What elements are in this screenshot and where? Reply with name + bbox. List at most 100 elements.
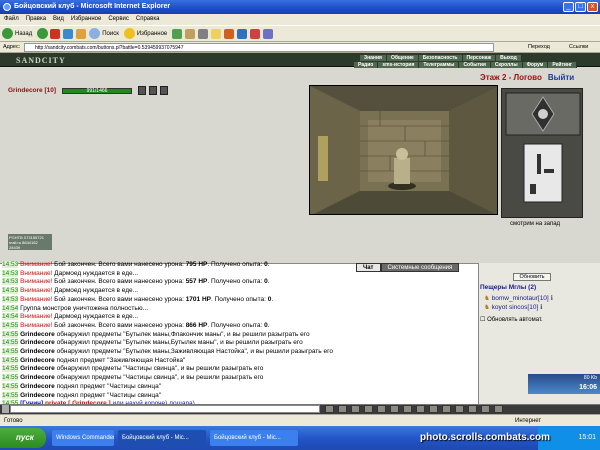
info-icon[interactable]: ℹ — [540, 304, 542, 311]
inventory-small-icon[interactable] — [481, 405, 490, 413]
dungeon-scene-image — [310, 86, 497, 214]
chat-log: 14:53 Внимание! Бой закончен. Всего вами… — [2, 261, 478, 409]
exit-link[interactable]: Выйти — [548, 73, 574, 82]
chat-line: 14:55 Grindecore обнаружил предметы "Бут… — [2, 339, 303, 347]
auto-refresh-option[interactable]: ☐ Обновлять автомат. — [480, 316, 543, 323]
home-icon[interactable] — [76, 28, 87, 39]
task-windows-commander[interactable]: Windows Commander — [52, 430, 114, 446]
chat-input[interactable] — [10, 405, 320, 413]
site-nav-bottom: Радио sms-история Телеграммы События Скр… — [354, 62, 578, 68]
nav-character[interactable]: Персонаж — [463, 55, 497, 61]
back-arrow-icon — [2, 28, 13, 39]
filter-icon[interactable] — [377, 405, 386, 413]
nav-radio[interactable]: Радио — [354, 62, 379, 68]
menu-help[interactable]: Справка — [136, 14, 160, 25]
start-button[interactable]: пуск — [0, 428, 46, 448]
menu-tools[interactable]: Сервис — [108, 14, 129, 25]
mail-icon[interactable] — [185, 28, 196, 39]
menu-favorites[interactable]: Избранное — [71, 14, 101, 25]
sound-icon[interactable] — [416, 405, 425, 413]
refresh-icon[interactable] — [63, 28, 74, 39]
maximize-button[interactable]: □ — [575, 2, 586, 12]
translit-icon[interactable] — [351, 405, 360, 413]
nav-knowledge[interactable]: Знания — [360, 55, 387, 61]
logout-icon[interactable] — [494, 405, 503, 413]
menu-view[interactable]: Вид — [53, 14, 64, 25]
minimap-image — [505, 92, 581, 203]
nav-security[interactable]: Безопасность — [419, 55, 463, 61]
nav-scrolls[interactable]: Скроллы — [491, 62, 523, 68]
player-info[interactable]: Grindecore [10] — [8, 87, 56, 94]
info-icon[interactable]: ℹ — [551, 295, 553, 302]
chat-line: 14:53 Внимание! Бой закончен. Всего вами… — [2, 278, 270, 286]
map-icon[interactable] — [468, 405, 477, 413]
task-combats-2[interactable]: Бойцовский клуб - Mic... — [210, 430, 298, 446]
menu-edit[interactable]: Правка — [26, 14, 46, 25]
nav-rating[interactable]: Рейтинг — [548, 62, 578, 68]
go-button[interactable]: Переход — [528, 42, 550, 53]
media-icon[interactable] — [172, 28, 183, 39]
refresh-button[interactable]: Обновить — [513, 273, 551, 281]
chat-line: 14:54 Группа монстров уничтожена полност… — [2, 304, 149, 312]
print-icon[interactable] — [198, 28, 209, 39]
dungeon-view[interactable] — [309, 85, 498, 215]
search-icon — [89, 28, 101, 39]
messenger-icon[interactable] — [224, 28, 235, 39]
chat-line: 14:53 Внимание! Дармоед нуждается в еде.… — [2, 287, 139, 295]
tool-icon[interactable] — [250, 28, 261, 39]
look-direction-label: смотрим на запад — [510, 221, 561, 227]
edit-icon[interactable] — [211, 28, 222, 39]
links-button[interactable]: Ссылки — [569, 42, 588, 53]
close-button[interactable]: x — [587, 2, 598, 12]
chat-line: 14:55 Grindecore обнаружил предметы "Бут… — [2, 330, 310, 338]
site-nav-top: Знания Общение Безопасность Персонаж Вых… — [360, 55, 522, 61]
task-combats-1[interactable]: Бойцовский клуб - Mic... — [118, 430, 206, 446]
chat-line: 14:53 Внимание! Бой закончен. Всего вами… — [2, 261, 270, 268]
minimap-panel — [501, 88, 583, 218]
inventory2-icon[interactable] — [149, 86, 157, 95]
back-button[interactable]: Назад — [2, 28, 32, 39]
nav-exit[interactable]: Выход — [496, 55, 522, 61]
pause-icon[interactable] — [442, 405, 451, 413]
chat-line: 14:55 Grindecore поднял предмет "Частицы… — [2, 382, 162, 390]
clan-icon: ♞ — [484, 304, 490, 311]
search-button[interactable]: Поиск — [89, 28, 119, 39]
settings-icon[interactable] — [429, 405, 438, 413]
tool2-icon[interactable] — [263, 28, 274, 39]
stats-counter-badge[interactable]: PGHTВ 073155721 mail.ru 8644162 28439 — [8, 234, 52, 250]
address-input[interactable]: http://sandcity.combats.com/buttons.pl?b… — [24, 43, 494, 52]
sandcity-logo[interactable]: SANDCITY — [16, 56, 66, 65]
address-bar: Адрес: http://sandcity.combats.com/butto… — [0, 42, 600, 53]
favorites-button[interactable]: Избранное — [123, 28, 167, 39]
smiles-icon[interactable] — [338, 405, 347, 413]
hand-icon[interactable] — [403, 405, 412, 413]
icq-icon[interactable] — [237, 28, 248, 39]
menu-file[interactable]: Файл — [4, 14, 19, 25]
traffic-graph: 80 Kb 16:06 — [528, 374, 600, 394]
player-name: Grindecore — [8, 87, 43, 94]
hp-bar: 991/1466 — [62, 88, 132, 94]
clear-chat-icon[interactable] — [364, 405, 373, 413]
chat-line: 14:55 Grindecore поднял предмет "Частицы… — [2, 391, 162, 399]
inventory3-icon[interactable] — [160, 86, 168, 95]
chat-mode-icon[interactable] — [2, 405, 9, 413]
send-icon[interactable] — [325, 405, 334, 413]
private-icon[interactable] — [390, 405, 399, 413]
nav-forum[interactable]: Форум — [523, 62, 549, 68]
scroll-icon[interactable] — [455, 405, 464, 413]
auto-refresh-checkbox[interactable]: ☐ — [480, 317, 485, 323]
room-member[interactable]: ♞ bomw_minotaur[10] ℹ — [484, 294, 553, 302]
toolbar: Назад Поиск Избранное — [0, 25, 600, 42]
inventory-icon[interactable] — [138, 86, 146, 95]
nav-events[interactable]: События — [459, 62, 491, 68]
nav-social[interactable]: Общение — [387, 55, 419, 61]
watermark: photo.scrolls.combats.com — [420, 432, 551, 443]
window-title: Бойцовский клуб - Microsoft Internet Exp… — [14, 3, 171, 10]
nav-telegrams[interactable]: Телеграммы — [419, 62, 460, 68]
forward-arrow-icon[interactable] — [37, 28, 49, 39]
menu-bar: Файл Правка Вид Избранное Сервис Справка — [0, 14, 600, 25]
nav-sms-history[interactable]: sms-история — [378, 62, 420, 68]
minimize-button[interactable]: _ — [563, 2, 574, 12]
stop-icon[interactable] — [50, 28, 61, 39]
room-member[interactable]: ♞ koyot sincos[10] ℹ — [484, 303, 543, 311]
